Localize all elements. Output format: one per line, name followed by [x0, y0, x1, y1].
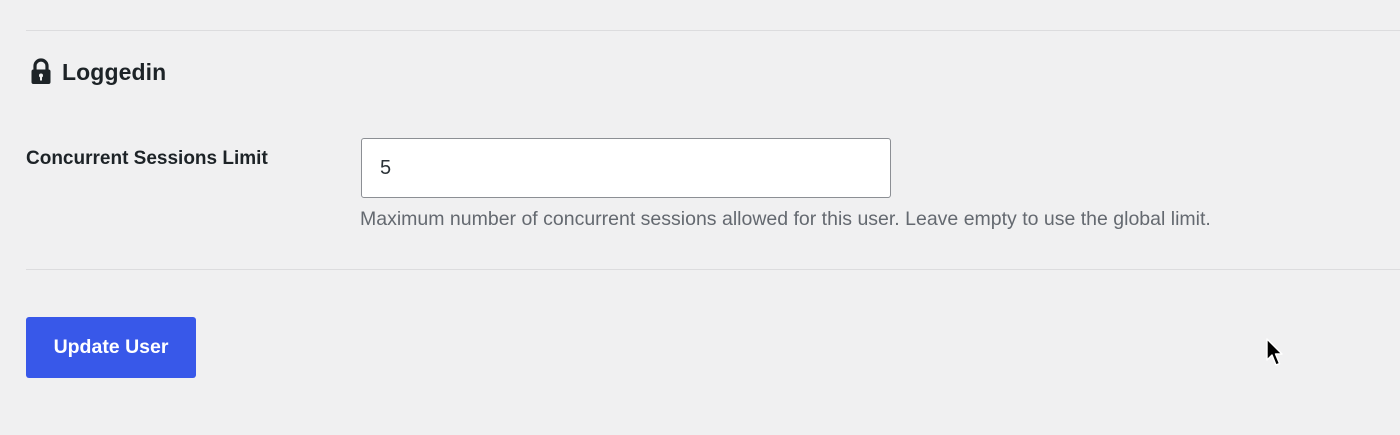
section-heading: Loggedin [30, 58, 166, 86]
mouse-pointer-icon [1266, 338, 1284, 368]
update-user-button[interactable]: Update User [26, 317, 196, 378]
sessions-limit-label: Concurrent Sessions Limit [26, 148, 268, 169]
section-title: Loggedin [62, 58, 167, 85]
sessions-limit-description: Maximum number of concurrent sessions al… [360, 208, 1211, 230]
form-divider [26, 269, 1400, 270]
sessions-limit-input[interactable] [361, 138, 891, 198]
top-divider [26, 30, 1400, 31]
lock-icon [30, 58, 52, 86]
